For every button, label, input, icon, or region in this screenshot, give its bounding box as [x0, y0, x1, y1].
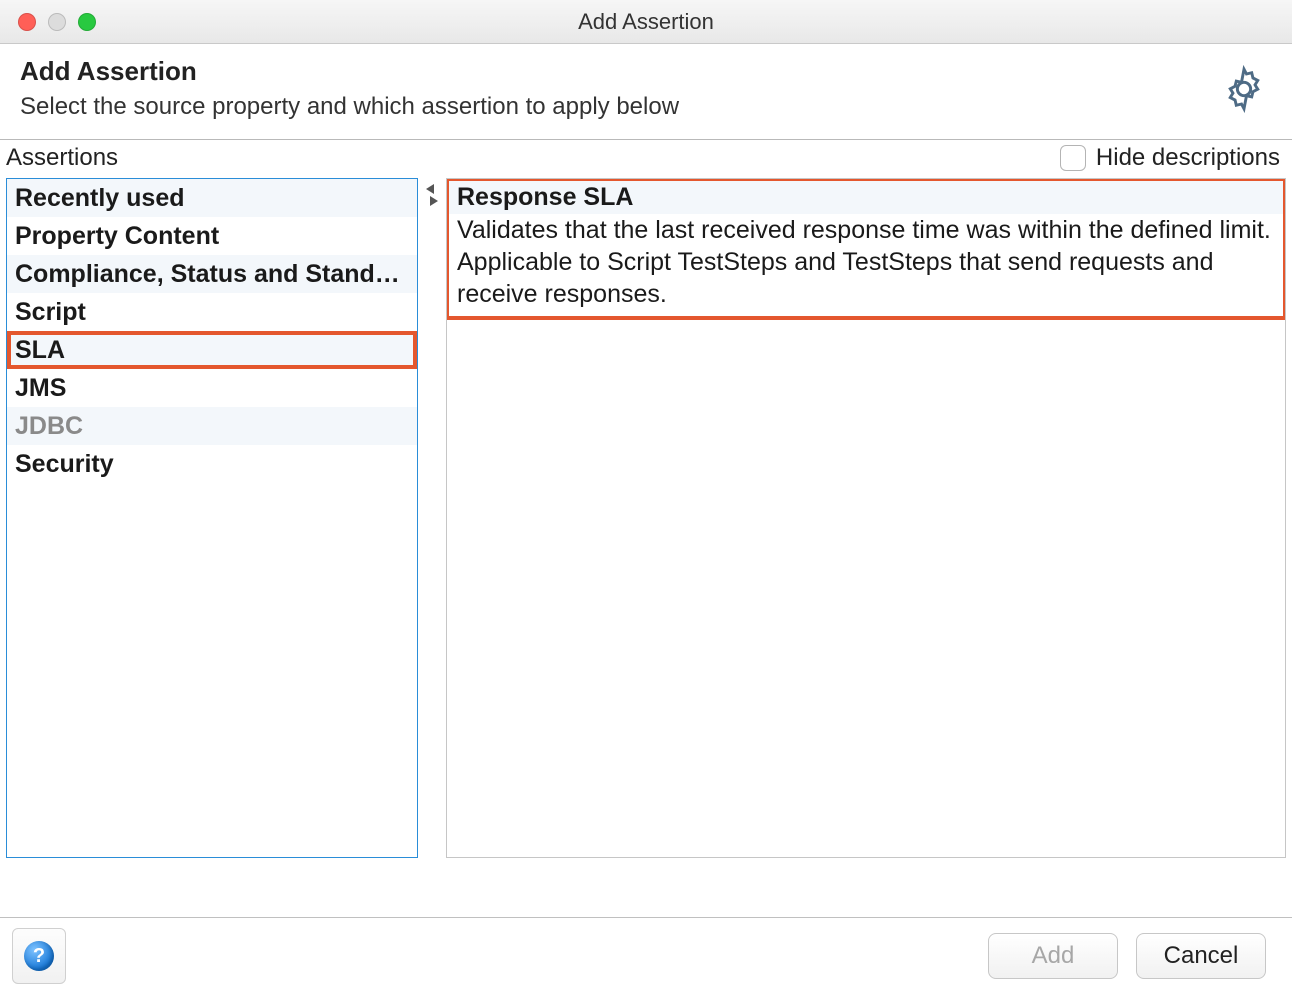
dialog-title: Add Assertion: [20, 56, 1216, 87]
category-sla[interactable]: SLA: [7, 331, 417, 369]
assertions-panels: Recently used Property Content Complianc…: [0, 178, 1292, 917]
window-controls: [0, 13, 96, 31]
hide-descriptions-label: Hide descriptions: [1096, 144, 1280, 172]
assertions-label: Assertions: [6, 144, 118, 172]
category-property-content[interactable]: Property Content: [7, 217, 417, 255]
category-panel: Recently used Property Content Complianc…: [6, 178, 418, 858]
dialog-header: Add Assertion Select the source property…: [0, 44, 1292, 140]
category-recently-used[interactable]: Recently used: [7, 179, 417, 217]
category-list: Recently used Property Content Complianc…: [7, 179, 417, 483]
assertion-detail[interactable]: Response SLA Validates that the last rec…: [447, 179, 1285, 318]
category-compliance[interactable]: Compliance, Status and Stand…: [7, 255, 417, 293]
category-script[interactable]: Script: [7, 293, 417, 331]
settings-button[interactable]: [1216, 64, 1272, 114]
gear-icon: [1219, 64, 1269, 114]
category-jdbc[interactable]: JDBC: [7, 407, 417, 445]
dialog-footer: ? Add Cancel: [0, 917, 1292, 1002]
assertion-detail-title: Response SLA: [447, 179, 1285, 214]
minimize-window-button[interactable]: [48, 13, 66, 31]
close-window-button[interactable]: [18, 13, 36, 31]
titlebar: Add Assertion: [0, 0, 1292, 44]
assertion-detail-description: Validates that the last received respons…: [447, 214, 1285, 318]
category-jms[interactable]: JMS: [7, 369, 417, 407]
assertion-detail-panel: Response SLA Validates that the last rec…: [446, 178, 1286, 858]
window-title: Add Assertion: [0, 9, 1292, 35]
category-security[interactable]: Security: [7, 445, 417, 483]
dialog-subtitle: Select the source property and which ass…: [20, 93, 1216, 121]
add-button[interactable]: Add: [988, 933, 1118, 979]
help-icon: ?: [24, 941, 54, 971]
cancel-button[interactable]: Cancel: [1136, 933, 1266, 979]
splitter-collapse-left-icon: [424, 184, 440, 194]
assertions-bar: Assertions Hide descriptions: [0, 140, 1292, 178]
panel-splitter[interactable]: [418, 178, 446, 911]
help-button[interactable]: ?: [12, 928, 66, 984]
splitter-collapse-right-icon: [424, 196, 440, 206]
hide-descriptions-toggle[interactable]: Hide descriptions: [1060, 144, 1280, 172]
hide-descriptions-checkbox[interactable]: [1060, 145, 1086, 171]
zoom-window-button[interactable]: [78, 13, 96, 31]
